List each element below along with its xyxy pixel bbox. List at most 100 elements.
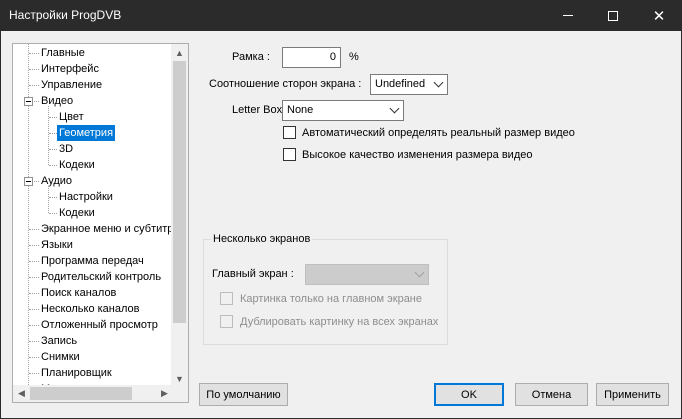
- tree-item-label: Программа передач: [41, 255, 144, 267]
- tree-subitem[interactable]: 3D: [13, 141, 173, 157]
- frame-label: Рамка :: [232, 51, 270, 63]
- letterbox-value: None: [287, 104, 314, 116]
- collapse-icon[interactable]: [24, 177, 33, 186]
- frame-unit: %: [349, 51, 359, 63]
- main-screen-select[interactable]: [305, 264, 429, 285]
- tree-guide-line: [49, 133, 57, 134]
- tree-horizontal-scroll-thumb[interactable]: [30, 387, 132, 400]
- tree-item[interactable]: Поиск каналов: [13, 285, 173, 301]
- tree-item[interactable]: Отложенный просмотр: [13, 317, 173, 333]
- tree-guide-line: [29, 85, 39, 86]
- tree-item-label: Экранное меню и субтитры: [41, 223, 173, 235]
- title-bar: Настройки ProgDVB ✕: [0, 0, 682, 31]
- tree-guide-line: [29, 373, 39, 374]
- tree-guide-line: [49, 213, 57, 214]
- tree-item-label: Видео: [41, 95, 74, 107]
- tree-item[interactable]: Интерфейс: [13, 61, 173, 77]
- tree-content: Главные Интерфейс Управление Видео Цвет Геоме…: [13, 44, 173, 387]
- tree-item-label: Снимки: [41, 351, 80, 363]
- settings-tree[interactable]: Главные Интерфейс Управление Видео Цвет Геоме…: [12, 43, 189, 403]
- defaults-button[interactable]: По умолчанию: [199, 383, 288, 406]
- aspect-ratio-value: Undefined: [375, 78, 426, 90]
- tree-guide-line: [49, 197, 57, 198]
- tree-guide-line: [49, 117, 57, 118]
- multi-screen-group: [203, 239, 448, 345]
- tree-item[interactable]: Аудио: [13, 173, 173, 189]
- picture-main-only-label[interactable]: Картинка только на главном экране: [240, 293, 422, 305]
- frame-value: 0: [329, 51, 336, 63]
- tree-guide-line: [48, 106, 49, 165]
- auto-detect-label[interactable]: Автоматический определять реальный разме…: [302, 127, 575, 139]
- tree-item-label: Родительский контроль: [41, 271, 162, 283]
- tree-item-label: Управление: [41, 79, 103, 91]
- hq-resize-checkbox[interactable]: [283, 148, 296, 161]
- apply-button[interactable]: Применить: [596, 383, 669, 406]
- scroll-up-arrow-icon[interactable]: ▲: [171, 44, 188, 61]
- close-icon: ✕: [652, 7, 666, 25]
- tree-item[interactable]: Экранное меню и субтитры: [13, 221, 173, 237]
- tree-item[interactable]: Несколько каналов: [13, 301, 173, 317]
- auto-detect-checkbox[interactable]: [283, 126, 296, 139]
- chevron-down-icon: [414, 267, 425, 278]
- tree-item-label: 3D: [59, 143, 74, 155]
- tree-guide-line: [29, 309, 39, 310]
- scroll-left-arrow-icon[interactable]: ◀: [13, 385, 30, 402]
- tree-item-label: Геометрия: [57, 125, 116, 141]
- duplicate-picture-label[interactable]: Дублировать картинку на всех экранах: [240, 316, 438, 328]
- tree-subitem[interactable]: Геометрия: [13, 125, 173, 141]
- frame-input[interactable]: 0: [282, 47, 341, 68]
- tree-item[interactable]: Видео: [13, 93, 173, 109]
- tree-subitem[interactable]: Настройки: [13, 189, 173, 205]
- tree-subitem[interactable]: Цвет: [13, 109, 173, 125]
- letterbox-label: Letter Box :: [232, 104, 289, 116]
- tree-item-label: Поиск каналов: [41, 287, 117, 299]
- tree-guide-line: [29, 325, 39, 326]
- tree-item-label: Аудио: [41, 175, 73, 187]
- duplicate-picture-checkbox[interactable]: [220, 315, 233, 328]
- minimize-button[interactable]: [545, 0, 591, 31]
- picture-main-only-checkbox[interactable]: [220, 292, 233, 305]
- scroll-corner: [171, 385, 188, 402]
- tree-vertical-scrollbar[interactable]: ▲ ▼: [171, 44, 188, 387]
- tree-guide-line: [29, 69, 39, 70]
- chevron-down-icon: [433, 77, 444, 88]
- tree-item[interactable]: Запись: [13, 333, 173, 349]
- maximize-button[interactable]: [590, 0, 636, 31]
- tree-item-label: Запись: [41, 335, 78, 347]
- cancel-button[interactable]: Отмена: [515, 383, 588, 406]
- minimize-icon: [563, 15, 573, 16]
- tree-item[interactable]: Главные: [13, 45, 173, 61]
- tree-item[interactable]: Управление: [13, 77, 173, 93]
- collapse-icon[interactable]: [24, 97, 33, 106]
- main-screen-label: Главный экран :: [212, 268, 294, 280]
- tree-item-label: Отложенный просмотр: [41, 319, 158, 331]
- tree-horizontal-scrollbar[interactable]: ◀ ▶: [13, 385, 173, 402]
- hq-resize-label[interactable]: Высокое качество изменения размера видео: [302, 149, 532, 161]
- tree-guide-line: [48, 186, 49, 213]
- tree-subitem[interactable]: Кодеки: [13, 205, 173, 221]
- ok-button[interactable]: OK: [434, 383, 504, 406]
- tree-item[interactable]: Языки: [13, 237, 173, 253]
- letterbox-select[interactable]: None: [282, 100, 404, 121]
- tree-item[interactable]: Снимки: [13, 349, 173, 365]
- close-button[interactable]: ✕: [636, 0, 682, 31]
- tree-item-label: Настройки: [59, 191, 113, 203]
- tree-item-label: Кодеки: [59, 159, 95, 171]
- tree-vertical-scroll-thumb[interactable]: [173, 61, 186, 323]
- tree-guide-line: [29, 277, 39, 278]
- tree-guide-line: [29, 341, 39, 342]
- tree-item-label: Цвет: [59, 111, 84, 123]
- chevron-down-icon: [389, 103, 400, 114]
- tree-item-label: Языки: [41, 239, 73, 251]
- tree-item[interactable]: Планировщик: [13, 365, 173, 381]
- tree-subitem[interactable]: Кодеки: [13, 157, 173, 173]
- tree-guide-line: [29, 245, 39, 246]
- tree-guide-line: [49, 165, 57, 166]
- aspect-ratio-select[interactable]: Undefined: [370, 74, 448, 95]
- multi-screen-group-title: Несколько экранов: [211, 233, 313, 245]
- tree-item[interactable]: Родительский контроль: [13, 269, 173, 285]
- tree-item[interactable]: Программа передач: [13, 253, 173, 269]
- tree-item-label: Главные: [41, 47, 85, 59]
- tree-item-label: Интерфейс: [41, 63, 99, 75]
- tree-item-label: Несколько каналов: [41, 303, 140, 315]
